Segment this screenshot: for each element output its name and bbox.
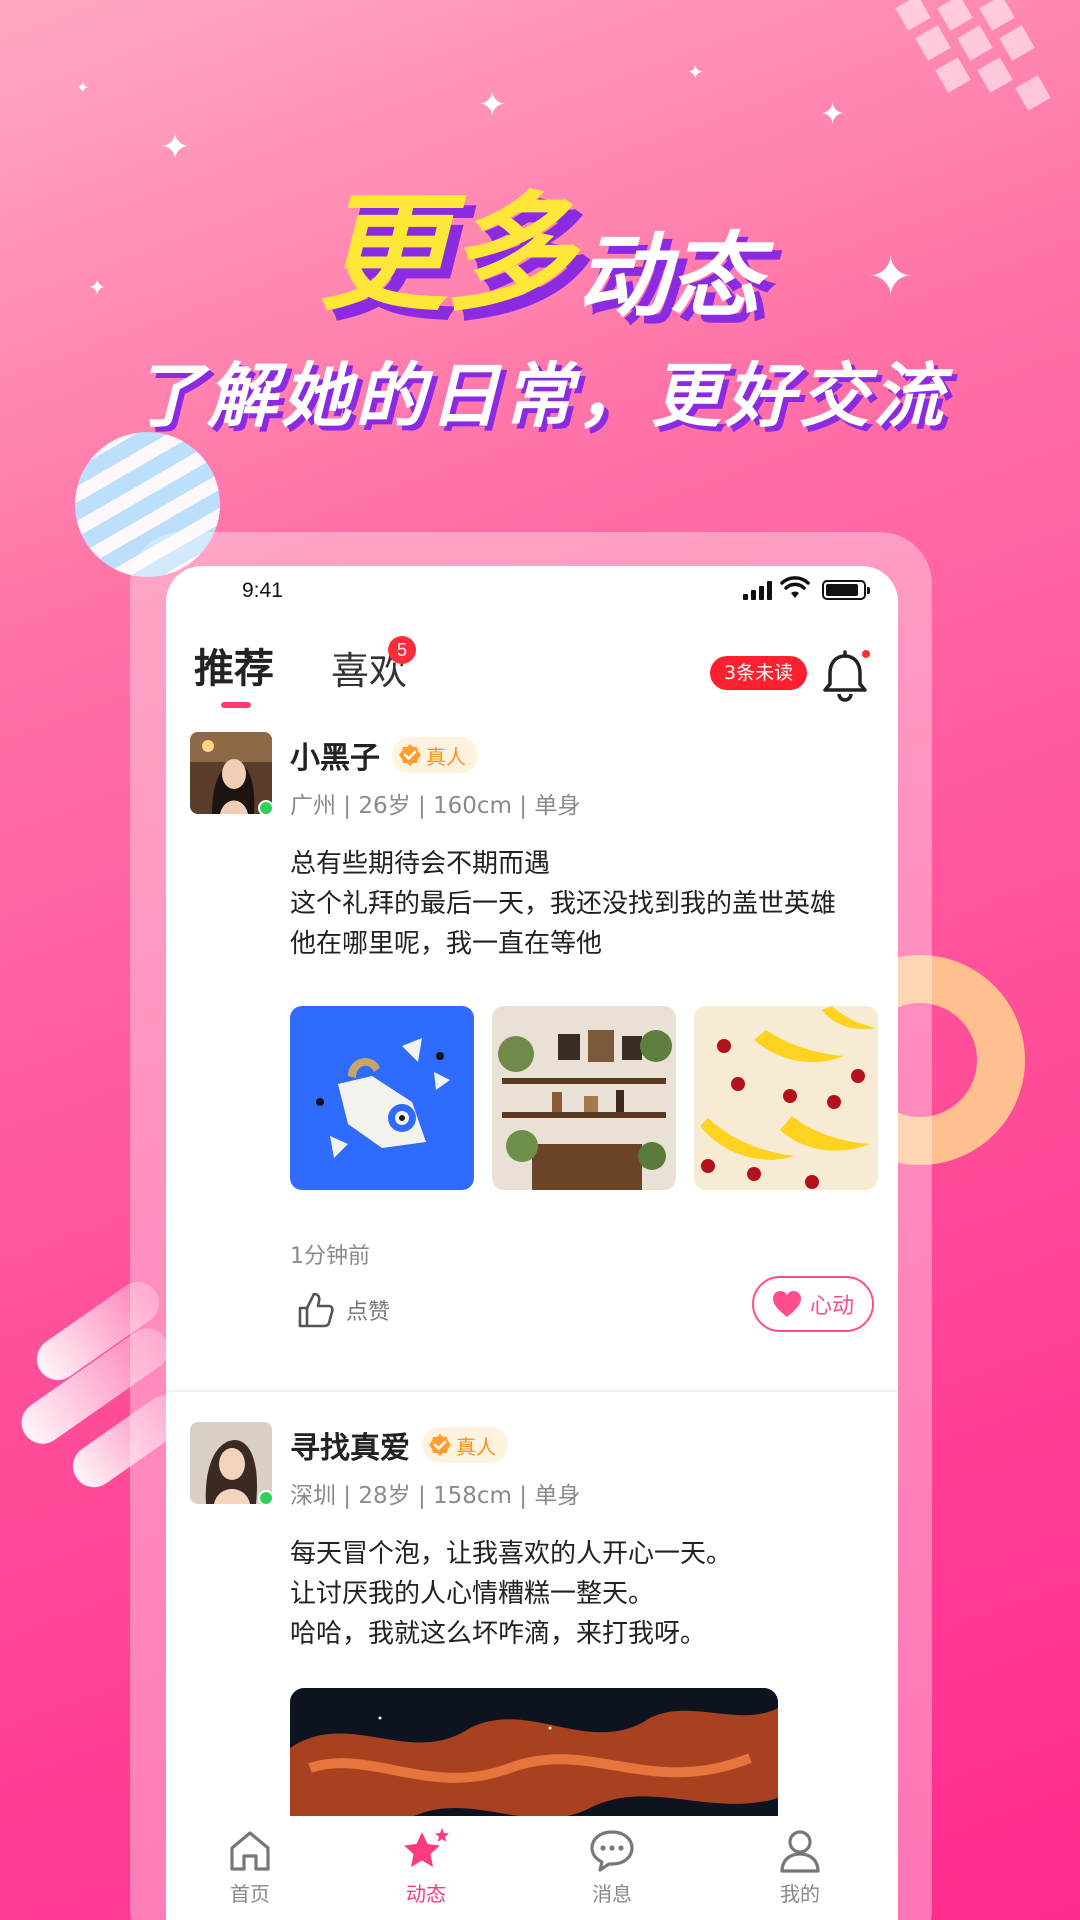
- nav-messages[interactable]: 消息: [552, 1826, 672, 1907]
- nav-home-label: 首页: [230, 1882, 270, 1906]
- headline-big: 更多: [318, 180, 573, 329]
- post-line: 总有些期待会不期而遇: [290, 849, 551, 879]
- user-name[interactable]: 小黑子: [290, 733, 380, 777]
- status-time: 9:41: [242, 579, 283, 602]
- heart-icon: [772, 1291, 801, 1317]
- post-images: [290, 1006, 878, 1190]
- online-indicator: [258, 1490, 274, 1506]
- heart-button[interactable]: 心动: [752, 1276, 874, 1332]
- home-icon: [230, 1831, 270, 1871]
- nav-messages-label: 消息: [592, 1882, 632, 1906]
- verified-badge: 真人: [422, 1427, 508, 1463]
- nav-home[interactable]: 首页: [190, 1826, 310, 1907]
- online-indicator: [258, 800, 274, 816]
- user-icon: [780, 1830, 820, 1873]
- nav-feed-label: 动态: [406, 1882, 446, 1906]
- bottom-nav: 首页 动态 消息 我的: [166, 1816, 898, 1920]
- like-button[interactable]: 点赞: [296, 1290, 390, 1330]
- post-image[interactable]: [694, 1006, 878, 1190]
- heart-label: 心动: [809, 1294, 854, 1319]
- post-line: 哈哈，我就这么坏咋滴，来打我呀。: [290, 1619, 707, 1649]
- post-line: 他在哪里呢，我一直在等他: [290, 929, 603, 959]
- banana-cherry-image: [694, 1006, 878, 1190]
- signal-icon: [743, 580, 772, 600]
- verified-icon: [429, 1434, 451, 1456]
- post-divider: [166, 1390, 898, 1392]
- nav-mine[interactable]: 我的: [740, 1826, 860, 1907]
- chat-bubble-icon: [590, 1830, 634, 1872]
- user-name[interactable]: 寻找真爱: [290, 1423, 410, 1467]
- post-time: 1分钟前: [290, 1244, 370, 1269]
- phone-screen: 9:41 推荐 喜欢 5 3条未读 小黑子 真人 广州 | 26岁 | 160c…: [166, 566, 898, 1920]
- post-line: 这个礼拜的最后一天，我还没找到我的盖世英雄: [290, 889, 837, 919]
- battery-icon: [822, 580, 870, 600]
- headline-small: 动态: [577, 223, 762, 330]
- tab-recommend[interactable]: 推荐: [194, 636, 274, 694]
- user-header: 寻找真爱 真人: [290, 1422, 508, 1468]
- user-header: 小黑子 真人: [290, 732, 478, 778]
- sparkle-icon: ✦: [478, 85, 507, 125]
- user-meta: 广州 | 26岁 | 160cm | 单身: [290, 793, 581, 819]
- thumbs-up-icon: [298, 1292, 334, 1328]
- post-line: 让讨厌我的人心情糟糕一整天。: [290, 1579, 655, 1609]
- like-count-badge: 5: [388, 636, 416, 664]
- promo-screen: ✦ ✦ ✦ ✦ ✦ ✦ ✦ 更多动态 了解她的日常，更好交流 9:41 推荐 喜: [0, 0, 1080, 1920]
- subheadline: 了解她的日常，更好交流: [133, 355, 947, 437]
- post-card: 寻找真爱 真人 深圳 | 28岁 | 158cm | 单身 每天冒个泡，让我喜欢…: [166, 1422, 898, 1920]
- post-text: 每天冒个泡，让我喜欢的人开心一天。 让讨厌我的人心情糟糕一整天。 哈哈，我就这么…: [290, 1534, 880, 1654]
- status-bar: 9:41: [166, 566, 898, 616]
- unread-badge[interactable]: 3条未读: [710, 656, 808, 690]
- verified-icon: [399, 744, 421, 766]
- sparkle-icon: ✦: [820, 97, 846, 132]
- verified-label: 真人: [456, 1434, 496, 1459]
- verified-badge: 真人: [392, 737, 478, 773]
- star-icon: [404, 1828, 449, 1867]
- nav-mine-label: 我的: [780, 1882, 820, 1906]
- post-line: 每天冒个泡，让我喜欢的人开心一天。: [290, 1539, 733, 1569]
- post-image[interactable]: [290, 1006, 474, 1190]
- verified-label: 真人: [426, 744, 466, 769]
- sparkle-icon: ✦: [687, 60, 704, 84]
- headline: 更多动态: [0, 150, 1080, 335]
- nav-feed[interactable]: 动态: [366, 1826, 486, 1907]
- broken-fish-image: [290, 1006, 474, 1190]
- shelf-decor-image: [492, 1006, 676, 1190]
- user-meta: 深圳 | 28岁 | 158cm | 单身: [290, 1483, 581, 1509]
- post-image[interactable]: [492, 1006, 676, 1190]
- post-card: 小黑子 真人 广州 | 26岁 | 160cm | 单身 总有些期待会不期而遇 …: [166, 732, 898, 1392]
- notification-dot: [860, 648, 872, 660]
- active-tab-indicator: [221, 702, 251, 708]
- grid-decoration: [880, 0, 1051, 120]
- feed-tabs: 推荐 喜欢 5 3条未读: [166, 636, 898, 716]
- sparkle-icon: ✦: [76, 78, 90, 97]
- wifi-icon: [780, 576, 810, 598]
- post-text: 总有些期待会不期而遇 这个礼拜的最后一天，我还没找到我的盖世英雄 他在哪里呢，我…: [290, 844, 880, 964]
- like-label: 点赞: [346, 1300, 391, 1325]
